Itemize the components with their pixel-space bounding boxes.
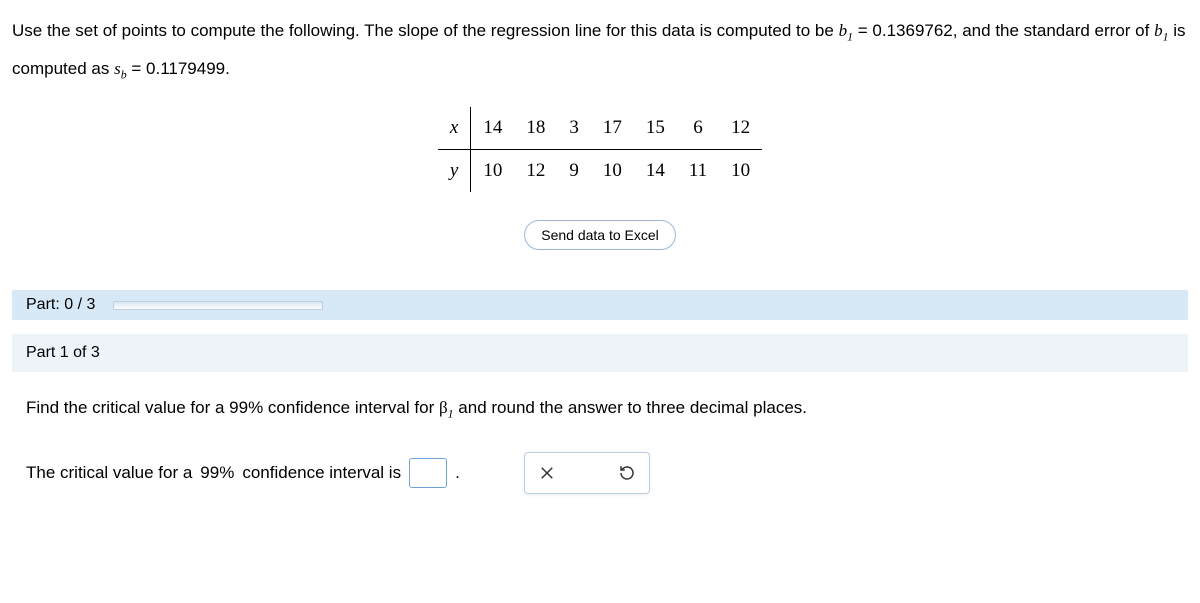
answer-line: The critical value for a 99% confidence … — [26, 452, 1174, 494]
y-cell: 10 — [471, 150, 515, 193]
table-row: y 10 12 9 10 14 11 10 — [438, 150, 762, 193]
y-cell: 14 — [634, 150, 677, 193]
x-cell: 18 — [514, 107, 557, 150]
row-label-x: x — [438, 107, 471, 150]
x-cell: 3 — [557, 107, 591, 150]
tool-bar — [524, 452, 650, 494]
undo-icon — [618, 464, 636, 482]
clear-button[interactable] — [535, 461, 559, 485]
part-1-prompt: Find the critical value for a 99% confid… — [26, 394, 1174, 423]
y-cell: 10 — [719, 150, 762, 193]
send-to-excel-button[interactable]: Send data to Excel — [524, 220, 676, 250]
beta-symbol: β — [439, 398, 448, 417]
x-cell: 17 — [591, 107, 634, 150]
y-cell: 9 — [557, 150, 591, 193]
sb-symbol: s — [114, 59, 121, 78]
progress-bar-row: Part: 0 / 3 — [12, 290, 1188, 320]
x-cell: 12 — [719, 107, 762, 150]
close-icon — [538, 464, 556, 482]
progress-label: Part: 0 / 3 — [26, 296, 95, 314]
x-cell: 15 — [634, 107, 677, 150]
b1-value: 0.1369762 — [872, 21, 952, 40]
x-cell: 6 — [677, 107, 719, 150]
x-cell: 14 — [471, 107, 515, 150]
progress-bar — [113, 301, 323, 310]
sb-value: 0.1179499 — [146, 59, 225, 78]
y-cell: 12 — [514, 150, 557, 193]
reset-button[interactable] — [615, 461, 639, 485]
table-row: x 14 18 3 17 15 6 12 — [438, 107, 762, 150]
question-text: Use the set of points to compute the fol… — [12, 12, 1188, 87]
b1-symbol: b — [839, 21, 848, 40]
part-1-header: Part 1 of 3 — [12, 334, 1188, 372]
q-prefix: Use the set of points to compute the fol… — [12, 21, 839, 40]
row-label-y: y — [438, 150, 471, 193]
data-table: x 14 18 3 17 15 6 12 y 10 12 9 10 14 11 … — [12, 107, 1188, 192]
critical-value-input[interactable] — [409, 458, 447, 488]
y-cell: 11 — [677, 150, 719, 193]
y-cell: 10 — [591, 150, 634, 193]
q-middle: , and the standard error of — [953, 21, 1154, 40]
b1-symbol-2: b — [1154, 21, 1163, 40]
